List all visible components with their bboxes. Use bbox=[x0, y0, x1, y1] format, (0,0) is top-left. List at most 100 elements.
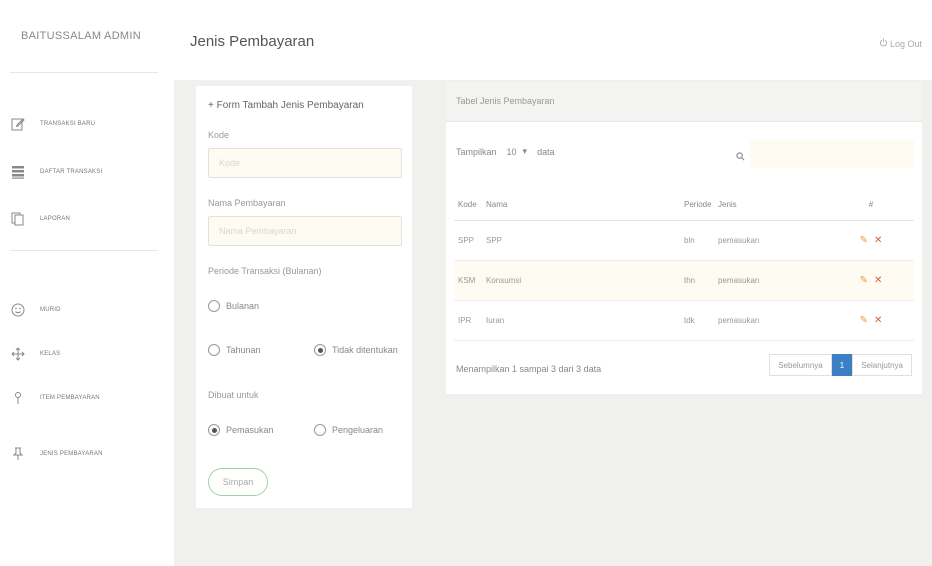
table-card: Tabel Jenis Pembayaran Tampilkan 10 ▾ da… bbox=[446, 82, 922, 394]
length-control: Tampilkan 10 ▾ data bbox=[456, 146, 555, 157]
sidebar-item-label: TRANSAKSI BARU bbox=[40, 121, 96, 127]
logout-link[interactable]: Log Out bbox=[879, 38, 922, 49]
power-icon bbox=[879, 38, 888, 49]
column-header-periode[interactable]: Periode bbox=[684, 190, 718, 221]
table-header-row: Kode Nama Periode Jenis # bbox=[454, 190, 914, 221]
smile-icon bbox=[0, 303, 36, 317]
radio-label: Pemasukan bbox=[226, 425, 274, 435]
app-root: BAITUSSALAM ADMIN TRANSAKSI BARU DAFTAR … bbox=[0, 0, 932, 566]
cell-periode: thn bbox=[684, 260, 718, 301]
cell-actions: ✎ ✕ bbox=[828, 260, 914, 301]
sidebar: BAITUSSALAM ADMIN TRANSAKSI BARU DAFTAR … bbox=[0, 0, 174, 566]
sidebar-item-label: LAPORAN bbox=[40, 216, 71, 222]
cell-jenis: pemasukan bbox=[718, 260, 828, 301]
kode-label: Kode bbox=[208, 130, 230, 140]
sidebar-item-kelas[interactable]: KELAS bbox=[0, 340, 160, 368]
radio-circle bbox=[314, 344, 326, 356]
radio-tahunan[interactable]: Tahunan bbox=[208, 344, 261, 356]
table-info: Menampilkan 1 sampai 3 dari 3 data bbox=[456, 364, 602, 374]
cell-nama: Konsumsi bbox=[486, 260, 684, 301]
sidebar-item-label: KELAS bbox=[40, 351, 61, 357]
cell-jenis: pemasukan bbox=[718, 220, 828, 261]
radio-pengeluaran[interactable]: Pengeluaran bbox=[314, 424, 383, 436]
sidebar-item-label: JENIS PEMBAYARAN bbox=[40, 451, 103, 457]
sidebar-item-label: MURID bbox=[40, 307, 61, 313]
pushpin-icon bbox=[0, 447, 36, 461]
kode-input[interactable] bbox=[208, 148, 402, 178]
form-heading: + Form Tambah Jenis Pembayaran bbox=[208, 100, 364, 111]
brand-title: BAITUSSALAM ADMIN bbox=[20, 30, 141, 42]
pagination-page-1[interactable]: 1 bbox=[831, 354, 853, 376]
cell-actions: ✎ ✕ bbox=[828, 220, 914, 261]
form-card: + Form Tambah Jenis Pembayaran Kode Nama… bbox=[196, 86, 412, 508]
edit-icon bbox=[0, 117, 36, 131]
delete-x-icon[interactable]: ✕ bbox=[874, 315, 882, 326]
sidebar-item-jenis-pembayaran[interactable]: JENIS PEMBAYARAN bbox=[0, 440, 160, 468]
sidebar-item-murid[interactable]: MURID bbox=[0, 296, 160, 324]
nama-pembayaran-input[interactable] bbox=[208, 216, 402, 246]
edit-pencil-icon[interactable]: ✎ bbox=[860, 315, 868, 326]
move-icon bbox=[0, 347, 36, 361]
radio-label: Tahunan bbox=[226, 345, 261, 355]
sidebar-divider bbox=[10, 250, 158, 251]
cell-kode: SPP bbox=[454, 220, 486, 261]
radio-circle bbox=[208, 424, 220, 436]
payment-type-table: Kode Nama Periode Jenis # SPP SPP bln pe… bbox=[454, 190, 914, 341]
delete-x-icon[interactable]: ✕ bbox=[874, 275, 882, 286]
column-header-actions: # bbox=[828, 190, 914, 221]
radio-label: Tidak ditentukan bbox=[332, 345, 398, 355]
column-header-kode[interactable]: Kode bbox=[454, 190, 486, 221]
list-icon bbox=[0, 165, 36, 179]
radio-tidak-ditentukan[interactable]: Tidak ditentukan bbox=[314, 344, 398, 356]
table-card-title: Tabel Jenis Pembayaran bbox=[456, 96, 555, 106]
radio-label: Pengeluaran bbox=[332, 425, 384, 435]
chevron-down-icon: ▾ bbox=[522, 146, 528, 156]
length-value: 10 bbox=[506, 146, 517, 157]
sidebar-item-label: ITEM PEMBAYARAN bbox=[40, 395, 100, 401]
sidebar-item-item-pembayaran[interactable]: ITEM PEMBAYARAN bbox=[0, 384, 160, 412]
radio-circle bbox=[208, 300, 220, 312]
cell-kode: KSM bbox=[454, 260, 486, 301]
table-row: KSM Konsumsi thn pemasukan ✎ ✕ bbox=[454, 260, 914, 301]
length-select[interactable]: 10 ▾ bbox=[507, 146, 528, 157]
pagination-prev[interactable]: Sebelumnya bbox=[769, 354, 832, 376]
search-icon bbox=[736, 148, 745, 166]
radio-pemasukan[interactable]: Pemasukan bbox=[208, 424, 274, 436]
cell-periode: tdk bbox=[684, 300, 718, 341]
cell-periode: bln bbox=[684, 220, 718, 261]
edit-pencil-icon[interactable]: ✎ bbox=[860, 275, 868, 286]
cell-nama: SPP bbox=[486, 220, 684, 261]
delete-x-icon[interactable]: ✕ bbox=[874, 235, 882, 246]
save-button[interactable]: Simpan bbox=[208, 468, 268, 496]
column-header-jenis[interactable]: Jenis bbox=[718, 190, 828, 221]
edit-pencil-icon[interactable]: ✎ bbox=[860, 235, 868, 246]
pin-icon bbox=[0, 391, 36, 405]
table-row: SPP SPP bln pemasukan ✎ ✕ bbox=[454, 220, 914, 261]
pagination: Sebelumnya 1 Selanjutnya bbox=[769, 354, 912, 376]
table-row: IPR Iuran tdk pemasukan ✎ ✕ bbox=[454, 300, 914, 341]
radio-label: Bulanan bbox=[226, 301, 260, 311]
pagination-next[interactable]: Selanjutnya bbox=[852, 354, 912, 376]
brand-divider bbox=[10, 72, 158, 73]
table-card-header: Tabel Jenis Pembayaran bbox=[446, 82, 922, 122]
cell-kode: IPR bbox=[454, 300, 486, 341]
dibuat-label: Dibuat untuk bbox=[208, 390, 259, 400]
nama-label: Nama Pembayaran bbox=[208, 198, 286, 208]
sidebar-item-transaksi-baru[interactable]: TRANSAKSI BARU bbox=[0, 110, 160, 138]
main-content: Jenis Pembayaran Log Out + Form Tambah J… bbox=[174, 0, 932, 566]
radio-bulanan[interactable]: Bulanan bbox=[208, 300, 259, 312]
copy-icon bbox=[0, 212, 36, 226]
sidebar-item-label: DAFTAR TRANSAKSI bbox=[40, 169, 103, 175]
search-input[interactable] bbox=[750, 140, 914, 168]
page-title: Jenis Pembayaran bbox=[190, 33, 315, 50]
cell-nama: Iuran bbox=[486, 300, 684, 341]
top-bar: Jenis Pembayaran Log Out bbox=[174, 0, 932, 80]
column-header-nama[interactable]: Nama bbox=[486, 190, 684, 221]
sidebar-item-laporan[interactable]: LAPORAN bbox=[0, 205, 160, 233]
sidebar-item-daftar-transaksi[interactable]: DAFTAR TRANSAKSI bbox=[0, 158, 160, 186]
periode-label: Periode Transaksi (Bulanan) bbox=[208, 266, 322, 276]
show-label: Tampilkan bbox=[456, 146, 497, 157]
logout-label: Log Out bbox=[889, 38, 922, 49]
cell-actions: ✎ ✕ bbox=[828, 300, 914, 341]
radio-circle bbox=[314, 424, 326, 436]
